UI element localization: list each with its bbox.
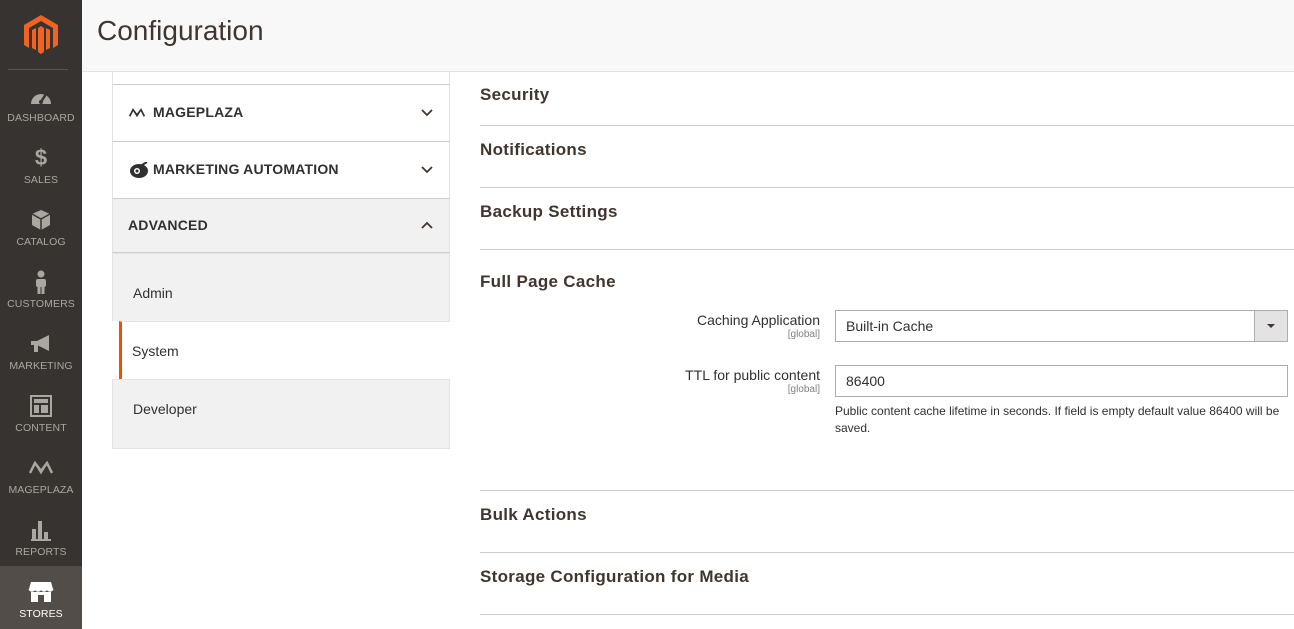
magento-logo-icon — [24, 15, 58, 54]
nav-marketing[interactable]: MARKETING — [0, 318, 82, 380]
nav-label: MAGEPLAZA — [8, 484, 74, 496]
ttl-input[interactable]: 86400 — [835, 365, 1288, 397]
sidebar-item-system[interactable]: System — [119, 321, 450, 379]
tab-label: MAGEPLAZA — [153, 104, 244, 120]
chevron-up-icon — [421, 199, 433, 251]
caching-application-scope: [global] — [787, 329, 820, 340]
nav-label: CUSTOMERS — [7, 298, 75, 310]
tab-advanced[interactable]: ADVANCED — [112, 199, 450, 253]
select-value: Built-in Cache — [846, 318, 934, 334]
section-title: Notifications — [480, 140, 587, 159]
ttl-scope: [global] — [787, 384, 820, 395]
dashboard-icon — [0, 84, 82, 108]
megaphone-icon — [0, 332, 82, 356]
nav-label: REPORTS — [15, 546, 67, 558]
sidebar-item-label: Developer — [133, 401, 197, 417]
sidebar-item-label: Admin — [133, 285, 173, 301]
mageplaza-icon — [0, 456, 82, 480]
page-header: Configuration — [82, 0, 1294, 72]
mageplaza-icon — [129, 85, 145, 140]
nav-stores[interactable]: STORES — [0, 566, 82, 629]
section-full-page-cache: Full Page Cache Caching Application [glo… — [480, 250, 1294, 491]
nav-catalog[interactable]: CATALOG — [0, 194, 82, 256]
config-sidebar: MAGEPLAZA MARKETING AUTOMATION ADVANCED … — [112, 72, 450, 449]
tab-label: MARKETING AUTOMATION — [153, 161, 339, 177]
nav-label: DASHBOARD — [7, 112, 75, 124]
caching-application-select[interactable]: Built-in Cache — [835, 310, 1288, 342]
caret-down-icon — [1254, 311, 1287, 341]
ttl-label: TTL for public content — [685, 367, 820, 383]
sidebar-item-label: System — [132, 343, 179, 359]
input-value: 86400 — [846, 373, 885, 389]
sidebar-item-admin[interactable]: Admin — [112, 253, 450, 321]
section-title: Security — [480, 85, 550, 104]
nav-label: STORES — [19, 608, 63, 620]
sidebar-item-developer[interactable]: Developer — [112, 379, 450, 449]
nav-customers[interactable]: CUSTOMERS — [0, 256, 82, 318]
nav-dashboard[interactable]: DASHBOARD — [0, 70, 82, 132]
nav-label: MARKETING — [9, 360, 73, 372]
bar-chart-icon — [0, 518, 82, 542]
dollar-icon: $ — [34, 145, 48, 170]
nav-label: CATALOG — [16, 236, 66, 248]
section-title[interactable]: Full Page Cache — [480, 272, 616, 292]
section-title: Storage Configuration for Media — [480, 567, 750, 586]
section-security[interactable]: Security — [480, 72, 1294, 126]
config-main: Security Notifications Backup Settings F… — [480, 72, 1294, 615]
section-backup-settings[interactable]: Backup Settings — [480, 188, 1294, 250]
nav-mageplaza[interactable]: MAGEPLAZA — [0, 442, 82, 504]
layout-icon — [0, 394, 82, 418]
nav-sales[interactable]: $ SALES — [0, 132, 82, 194]
caching-application-label: Caching Application — [697, 312, 820, 328]
tab-marketing-automation[interactable]: MARKETING AUTOMATION — [112, 142, 450, 199]
nav-label: CONTENT — [15, 422, 67, 434]
page-title: Configuration — [97, 15, 264, 46]
person-icon — [0, 270, 82, 294]
section-storage-configuration[interactable]: Storage Configuration for Media — [480, 553, 1294, 615]
tab-label: ADVANCED — [128, 217, 208, 233]
nav-content[interactable]: CONTENT — [0, 380, 82, 442]
sidebar-top-edge — [112, 72, 450, 85]
chevron-down-icon — [421, 142, 433, 197]
section-title: Backup Settings — [480, 202, 618, 221]
ttl-note: Public content cache lifetime in seconds… — [835, 404, 1280, 435]
tab-mageplaza[interactable]: MAGEPLAZA — [112, 85, 450, 142]
admin-menu: DASHBOARD $ SALES CATALOG CUSTOMERS MARK… — [0, 0, 82, 629]
section-bulk-actions[interactable]: Bulk Actions — [480, 491, 1294, 553]
store-icon — [0, 580, 82, 604]
chevron-down-icon — [421, 85, 433, 140]
marketing-automation-icon — [129, 142, 149, 197]
magento-logo[interactable] — [0, 0, 82, 70]
box-icon — [0, 208, 82, 232]
nav-label: SALES — [23, 174, 59, 186]
nav-reports[interactable]: REPORTS — [0, 504, 82, 566]
section-title: Bulk Actions — [480, 505, 587, 524]
section-notifications[interactable]: Notifications — [480, 126, 1294, 188]
